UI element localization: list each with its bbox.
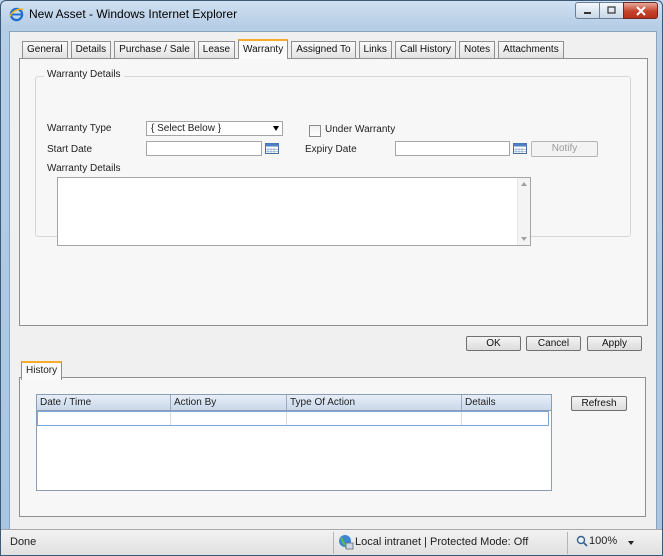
history-panel: Date / Time Action By Type Of Action Det…	[19, 377, 646, 517]
warranty-type-value: { Select Below }	[151, 123, 222, 134]
calendar-icon[interactable]	[265, 143, 279, 154]
tab-links[interactable]: Links	[358, 41, 392, 58]
tab-assigned-to[interactable]: Assigned To	[291, 41, 356, 58]
apply-button[interactable]: Apply	[587, 336, 642, 351]
cancel-button[interactable]: Cancel	[526, 336, 581, 351]
zoom-icon[interactable]	[576, 535, 588, 547]
tab-history[interactable]: History	[21, 361, 63, 380]
maximize-icon	[607, 6, 616, 14]
table-cell	[38, 412, 171, 425]
intranet-globe-icon	[339, 535, 354, 550]
tab-notes[interactable]: Notes	[459, 41, 496, 58]
textarea-scrollbar[interactable]	[517, 178, 530, 245]
ok-button[interactable]: OK	[466, 336, 521, 351]
window-title: New Asset - Windows Internet Explorer	[29, 7, 238, 21]
scroll-up-icon[interactable]	[521, 182, 527, 186]
under-warranty-checkbox[interactable]	[309, 125, 321, 137]
tab-lease[interactable]: Lease	[197, 41, 236, 58]
security-zone-text[interactable]: Local intranet | Protected Mode: Off	[355, 536, 528, 548]
start-date-input[interactable]	[146, 141, 262, 156]
warranty-details-textarea[interactable]	[57, 177, 531, 246]
expiry-date-input[interactable]	[395, 141, 510, 156]
refresh-button[interactable]: Refresh	[571, 396, 627, 411]
status-divider	[333, 532, 334, 554]
tab-strip: General Details Purchase / Sale Lease Wa…	[22, 39, 567, 59]
scroll-down-icon[interactable]	[521, 237, 527, 241]
tab-attachments[interactable]: Attachments	[498, 41, 564, 58]
close-icon	[635, 5, 646, 16]
under-warranty-label: Under Warranty	[325, 124, 396, 135]
dialog-content: General Details Purchase / Sale Lease Wa…	[9, 31, 657, 533]
status-text: Done	[10, 536, 37, 548]
warranty-type-label: Warranty Type	[47, 123, 112, 134]
notify-button[interactable]: Notify	[531, 141, 598, 157]
tab-details[interactable]: Details	[70, 41, 112, 58]
zoom-level[interactable]: 100%	[589, 535, 617, 547]
column-header-details[interactable]: Details	[462, 395, 551, 410]
warranty-tab-panel: Warranty Details Warranty Type { Select …	[19, 58, 648, 326]
browser-window: New Asset - Windows Internet Explorer Ge…	[0, 0, 663, 556]
chevron-down-icon	[273, 126, 279, 131]
table-row[interactable]	[37, 411, 549, 426]
tab-warranty[interactable]: Warranty	[238, 39, 289, 59]
column-header-date-time[interactable]: Date / Time	[37, 395, 171, 410]
column-header-action-by[interactable]: Action By	[171, 395, 287, 410]
tab-call-history[interactable]: Call History	[394, 41, 456, 58]
start-date-label: Start Date	[47, 144, 93, 155]
status-divider	[567, 532, 568, 554]
status-bar: Done Local intranet | Protected Mode: Of…	[1, 529, 662, 555]
group-title: Warranty Details	[44, 69, 124, 80]
grid-header: Date / Time Action By Type Of Action Det…	[37, 395, 551, 411]
table-cell	[171, 412, 287, 425]
title-bar: New Asset - Windows Internet Explorer	[1, 1, 662, 27]
internet-explorer-icon	[9, 7, 24, 22]
column-header-type-of-action[interactable]: Type Of Action	[287, 395, 462, 410]
tab-general[interactable]: General	[22, 41, 68, 58]
close-button[interactable]	[623, 2, 658, 19]
history-grid: Date / Time Action By Type Of Action Det…	[36, 394, 552, 491]
calendar-icon[interactable]	[513, 143, 527, 154]
table-cell	[287, 412, 462, 425]
chevron-down-icon[interactable]	[628, 541, 634, 545]
expiry-date-label: Expiry Date	[305, 144, 357, 155]
warranty-details-label: Warranty Details	[47, 163, 121, 174]
minimize-icon	[584, 12, 591, 14]
warranty-type-select[interactable]: { Select Below }	[146, 121, 283, 136]
tab-purchase-sale[interactable]: Purchase / Sale	[114, 41, 195, 58]
maximize-button[interactable]	[599, 2, 624, 19]
minimize-button[interactable]	[575, 2, 600, 19]
